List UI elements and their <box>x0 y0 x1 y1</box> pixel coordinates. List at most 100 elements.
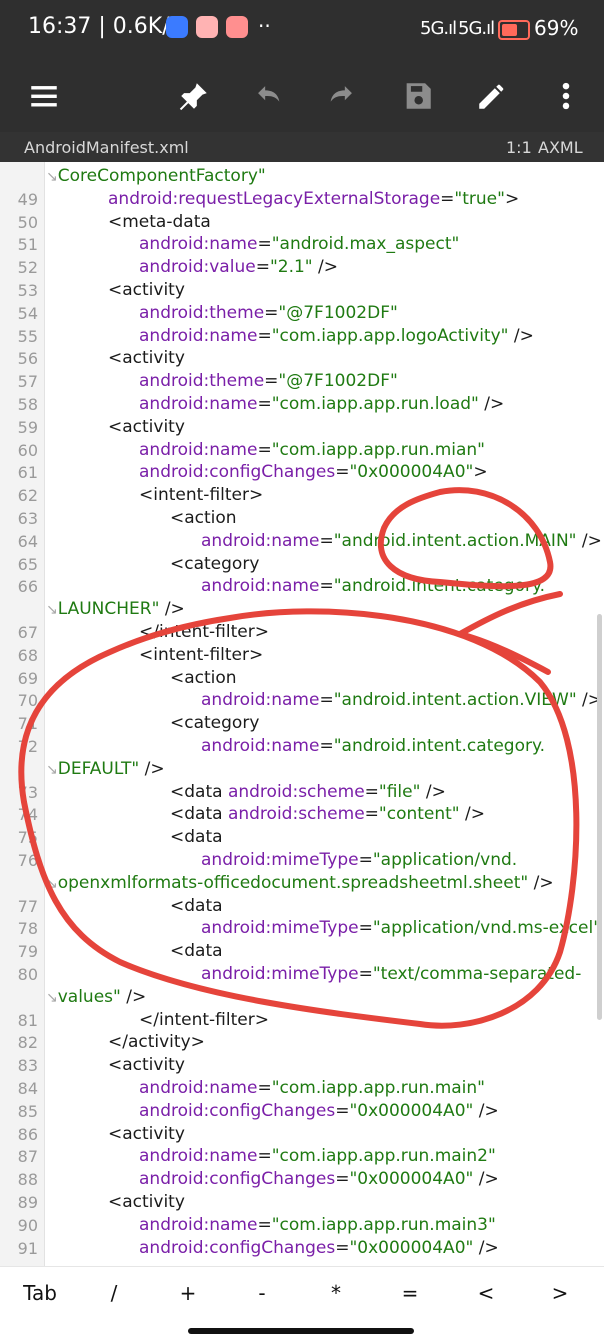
code-token: <meta-data <box>108 211 211 232</box>
code-line[interactable]: <data android:scheme="content" /> <box>170 804 485 824</box>
code-line[interactable]: android:name="com.iapp.app.logoActivity"… <box>139 326 534 346</box>
code-line[interactable]: <action <box>170 668 237 688</box>
code-line[interactable]: <intent-filter> <box>139 645 263 665</box>
code-line-continuation[interactable]: ↘values" /> <box>46 987 146 1007</box>
redo-button[interactable] <box>312 66 372 126</box>
key-7[interactable]: > <box>530 1281 590 1305</box>
code-line[interactable]: android:mimeType="application/vnd. <box>201 850 517 870</box>
code-line[interactable]: <data <box>170 941 223 961</box>
menu-button[interactable] <box>14 66 74 126</box>
code-line[interactable]: android:name="com.iapp.app.run.main3" <box>139 1215 496 1235</box>
redo-icon <box>330 86 352 102</box>
key-3[interactable]: - <box>232 1281 292 1305</box>
edit-button[interactable] <box>462 66 522 126</box>
line-number: 63 <box>17 509 38 528</box>
code-line[interactable]: android:mimeType="text/comma-separated- <box>201 964 581 984</box>
edit-icon <box>479 84 504 109</box>
code-line[interactable]: <activity <box>108 417 185 437</box>
code-line[interactable]: android:name="com.iapp.app.run.main" <box>139 1078 485 1098</box>
code-line[interactable]: android:name="com.iapp.app.run.load" /> <box>139 394 504 414</box>
code-token: <category <box>170 713 260 734</box>
line-number: 81 <box>17 1010 38 1030</box>
code-line[interactable]: android:name="android.intent.category. <box>201 736 545 756</box>
line-number: 82 <box>17 1033 38 1053</box>
code-token: "com.iapp.app.logoActivity" <box>271 325 509 346</box>
editor-scrollbar[interactable] <box>597 614 602 1020</box>
code-line[interactable]: android:configChanges="0x000004A0" /> <box>139 1101 499 1121</box>
key-5[interactable]: = <box>380 1281 440 1305</box>
code-line[interactable]: <activity <box>108 348 185 368</box>
code-line[interactable]: <action <box>170 508 237 528</box>
code-line[interactable]: <intent-filter> <box>139 485 263 505</box>
code-token: "android.intent.category. <box>333 736 546 756</box>
code-line[interactable]: <data android:scheme="file" /> <box>170 782 446 802</box>
code-token: /> <box>459 804 486 825</box>
code-line[interactable]: <category <box>170 713 259 733</box>
code-line[interactable]: android:name="android.intent.action.VIEW… <box>201 690 602 710</box>
key-4[interactable]: * <box>306 1281 366 1305</box>
code-token: android:name <box>201 530 320 551</box>
undo-icon <box>258 86 280 102</box>
code-line[interactable]: android:configChanges="0x000004A0" /> <box>139 1169 499 1189</box>
clock-speed: 16:37 | 0.6K/s <box>28 14 182 39</box>
line-number: 52 <box>17 258 38 278</box>
syntax-mode[interactable]: AXML <box>538 138 583 157</box>
code-token: = <box>255 257 270 278</box>
code-token: = <box>319 530 334 551</box>
code-line[interactable]: android:name="com.iapp.app.run.main2" <box>139 1146 496 1166</box>
code-token: = <box>319 576 334 597</box>
code-line[interactable]: android:name="android.intent.action.MAIN… <box>201 531 602 551</box>
code-line[interactable]: </activity> <box>108 1032 205 1052</box>
line-number: 58 <box>17 395 38 414</box>
line-number: 69 <box>17 668 38 688</box>
code-line[interactable]: <activity <box>108 280 185 300</box>
key-1[interactable]: / <box>84 1281 144 1305</box>
code-line[interactable]: android:theme="@7F1002DF" <box>139 371 398 391</box>
code-line-continuation[interactable]: ↘LAUNCHER" /> <box>46 599 185 619</box>
more-notifications: ·· <box>258 14 271 38</box>
code-line[interactable]: <category <box>170 554 259 574</box>
code-token: <data <box>170 804 228 825</box>
key-2[interactable]: + <box>158 1281 218 1305</box>
code-line[interactable]: </intent-filter> <box>139 622 269 642</box>
code-line-continuation[interactable]: ↘DEFAULT" /> <box>46 759 165 779</box>
code-line[interactable]: android:theme="@7F1002DF" <box>139 303 398 323</box>
code-line[interactable]: android:configChanges="0x000004A0" /> <box>139 1238 499 1258</box>
code-token: <intent-filter> <box>139 485 264 506</box>
save-button[interactable] <box>388 66 448 126</box>
pin-button[interactable] <box>164 66 224 126</box>
line-number: 62 <box>17 486 38 506</box>
annotation-arrow <box>457 591 563 675</box>
code-token: "0x000004A0" <box>349 1169 474 1190</box>
code-line-continuation[interactable]: ↘openxmlformats-officedocument.spreadshe… <box>46 873 554 893</box>
code-line[interactable]: android:requestLegacyExternalStorage="tr… <box>108 189 519 209</box>
code-editor[interactable]: 49 50 51 52 53 54 55 56 57 58 59 60 61 62 63 64 65 66 67 68… <box>0 162 604 1266</box>
code-line[interactable]: <meta-data <box>108 212 211 232</box>
code-line[interactable]: <data <box>170 827 223 847</box>
key-6[interactable]: < <box>456 1281 516 1305</box>
code-token: "application/vnd. <box>372 850 518 870</box>
code-line[interactable]: <activity <box>108 1055 185 1075</box>
gesture-nav-bar[interactable] <box>188 1328 414 1334</box>
line-number: 55 <box>17 326 38 346</box>
code-line-continuation[interactable]: ↘CoreComponentFactory" <box>46 166 266 186</box>
code-line[interactable]: <activity <box>108 1192 185 1212</box>
battery-icon <box>498 20 530 40</box>
code-token: /> <box>478 394 505 414</box>
code-token: DEFAULT" <box>57 758 140 779</box>
code-token: android:name <box>201 576 320 597</box>
code-line[interactable]: android:value="2.1" /> <box>139 257 338 277</box>
code-line[interactable]: android:name="com.iapp.app.run.mian" <box>139 440 485 460</box>
code-line[interactable]: android:configChanges="0x000004A0"> <box>139 462 488 482</box>
key-0[interactable]: Tab <box>10 1281 70 1305</box>
undo-button[interactable] <box>238 66 298 126</box>
code-line[interactable]: <activity <box>108 1124 185 1144</box>
code-line[interactable]: <data <box>170 896 223 916</box>
code-token: <activity <box>108 348 185 369</box>
line-number: 77 <box>17 896 38 916</box>
code-line[interactable]: android:name="android.intent.category. <box>201 576 545 596</box>
code-line[interactable]: </intent-filter> <box>139 1010 269 1030</box>
code-line[interactable]: android:name="android.max_aspect" <box>139 234 459 254</box>
more-options-button[interactable] <box>536 66 596 126</box>
code-line[interactable]: android:mimeType="application/vnd.ms-exc… <box>201 918 604 938</box>
